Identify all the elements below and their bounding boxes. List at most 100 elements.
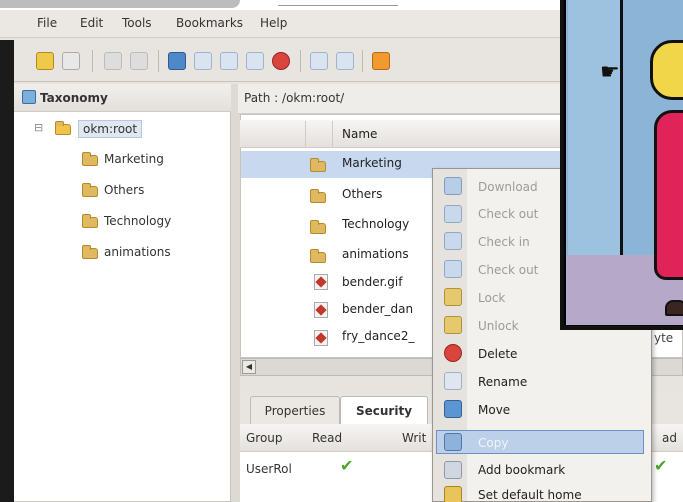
- path-label: Path : /okm:root/: [244, 91, 345, 105]
- menu-tools[interactable]: Tools: [122, 16, 152, 30]
- scroll-left-icon[interactable]: ◀: [242, 360, 256, 374]
- download-icon[interactable]: [168, 52, 186, 70]
- header-write[interactable]: Writ: [402, 431, 426, 445]
- checkin-icon[interactable]: [220, 52, 238, 70]
- rename-icon: [444, 372, 462, 390]
- checkout-icon[interactable]: [194, 52, 212, 70]
- comic-hair: [650, 40, 683, 100]
- file-row-bender-gif[interactable]: bender.gif: [342, 275, 402, 289]
- folder-icon: [82, 152, 98, 166]
- folder-icon: [82, 245, 98, 259]
- header-read-partial[interactable]: ad: [662, 431, 677, 445]
- menu-item-set-default-home[interactable]: Set default home: [478, 488, 582, 502]
- comic-door-handle-icon: ☛: [600, 60, 620, 85]
- menu-file[interactable]: File: [37, 16, 57, 30]
- menu-bookmarks[interactable]: Bookmarks: [176, 16, 243, 30]
- lock-icon[interactable]: [104, 52, 122, 70]
- taxonomy-icon: [22, 90, 36, 104]
- move-icon: [444, 400, 462, 418]
- toolbar-separator: [300, 50, 301, 72]
- toolbar-separator: [362, 50, 363, 72]
- tree-item-animations[interactable]: animations: [104, 245, 171, 259]
- checkin-icon: [444, 232, 462, 250]
- folder-icon: [310, 189, 326, 203]
- unlock-icon: [444, 316, 462, 334]
- new-folder-icon[interactable]: [36, 52, 54, 70]
- column-header-name[interactable]: Name: [342, 127, 377, 141]
- copy-icon[interactable]: [310, 52, 328, 70]
- toolbar-separator: [158, 50, 159, 72]
- file-row-animations[interactable]: animations: [342, 247, 409, 261]
- delete-icon: [444, 344, 462, 362]
- menu-item-unlock[interactable]: Unlock: [478, 319, 519, 333]
- folder-icon: [82, 214, 98, 228]
- tree-item-root[interactable]: okm:root: [78, 120, 143, 138]
- gif-file-icon: [314, 330, 328, 346]
- new-document-icon[interactable]: [62, 52, 80, 70]
- menu-item-lock[interactable]: Lock: [478, 291, 505, 305]
- folder-icon: [310, 249, 326, 263]
- cancel-checkout-icon[interactable]: [246, 52, 264, 70]
- menu-item-copy[interactable]: Copy: [478, 436, 508, 450]
- panel-splitter[interactable]: [231, 84, 240, 502]
- menu-item-rename[interactable]: Rename: [478, 375, 527, 389]
- move-icon[interactable]: [336, 52, 354, 70]
- tree-expander-icon[interactable]: ⊟: [34, 121, 43, 134]
- folder-icon: [310, 158, 326, 172]
- comic-shoe: [665, 300, 683, 316]
- folder-icon: [82, 183, 98, 197]
- column-divider: [332, 121, 333, 147]
- top-gray-shape: [0, 0, 240, 8]
- copy-icon: [444, 433, 462, 451]
- taxonomy-title: Taxonomy: [40, 91, 108, 105]
- comic-border: [560, 0, 564, 330]
- lock-icon: [444, 288, 462, 306]
- folder-icon: [310, 220, 326, 234]
- add-bookmark-icon: [444, 461, 462, 479]
- comic-border-bottom: [560, 326, 683, 330]
- delete-icon[interactable]: [272, 52, 290, 70]
- security-row-group: UserRol: [246, 462, 292, 476]
- check-icon[interactable]: ✔: [654, 456, 667, 475]
- top-line: [278, 0, 398, 6]
- tree-item-technology[interactable]: Technology: [104, 214, 171, 228]
- root-folder-icon: [55, 121, 71, 135]
- comic-dress: [654, 110, 683, 280]
- unlock-icon[interactable]: [130, 52, 148, 70]
- menu-item-check-out-cancel[interactable]: Check out: [478, 263, 538, 277]
- column-divider: [305, 121, 306, 147]
- file-row-technology[interactable]: Technology: [342, 217, 409, 231]
- checkout-edit-icon: [444, 205, 462, 223]
- file-row-others[interactable]: Others: [342, 187, 382, 201]
- header-read[interactable]: Read: [312, 431, 342, 445]
- file-row-marketing[interactable]: Marketing: [342, 156, 402, 170]
- tab-properties[interactable]: Properties: [250, 396, 340, 424]
- comic-door: [568, 0, 623, 255]
- tree-item-others[interactable]: Others: [104, 183, 144, 197]
- menu-edit[interactable]: Edit: [80, 16, 103, 30]
- tree-item-marketing[interactable]: Marketing: [104, 152, 164, 166]
- menu-item-add-bookmark[interactable]: Add bookmark: [478, 463, 565, 477]
- menu-item-check-in[interactable]: Check in: [478, 235, 530, 249]
- file-row-fry-dance[interactable]: fry_dance2_: [342, 329, 414, 343]
- refresh-icon[interactable]: [372, 52, 390, 70]
- file-row-bender-dan[interactable]: bender_dan: [342, 302, 413, 316]
- taxonomy-panel: [14, 84, 231, 502]
- menu-item-download[interactable]: Download: [478, 180, 538, 194]
- read-check-icon[interactable]: ✔: [340, 456, 353, 475]
- download-icon: [444, 177, 462, 195]
- cancel-checkout-icon: [444, 260, 462, 278]
- tab-security[interactable]: Security: [340, 396, 428, 424]
- menu-help[interactable]: Help: [260, 16, 287, 30]
- window-edge: [0, 40, 14, 502]
- size-column-partial: yte: [654, 331, 674, 345]
- menu-item-delete[interactable]: Delete: [478, 347, 517, 361]
- menu-item-check-out[interactable]: Check out: [478, 207, 538, 221]
- gif-file-icon: [314, 302, 328, 318]
- menu-item-move[interactable]: Move: [478, 403, 510, 417]
- gif-file-icon: [314, 274, 328, 290]
- header-group[interactable]: Group: [246, 431, 283, 445]
- home-icon: [444, 486, 462, 502]
- context-menu-highlight: [436, 430, 644, 454]
- app-window: File Edit Tools Bookmarks Help Taxonomy …: [0, 0, 683, 502]
